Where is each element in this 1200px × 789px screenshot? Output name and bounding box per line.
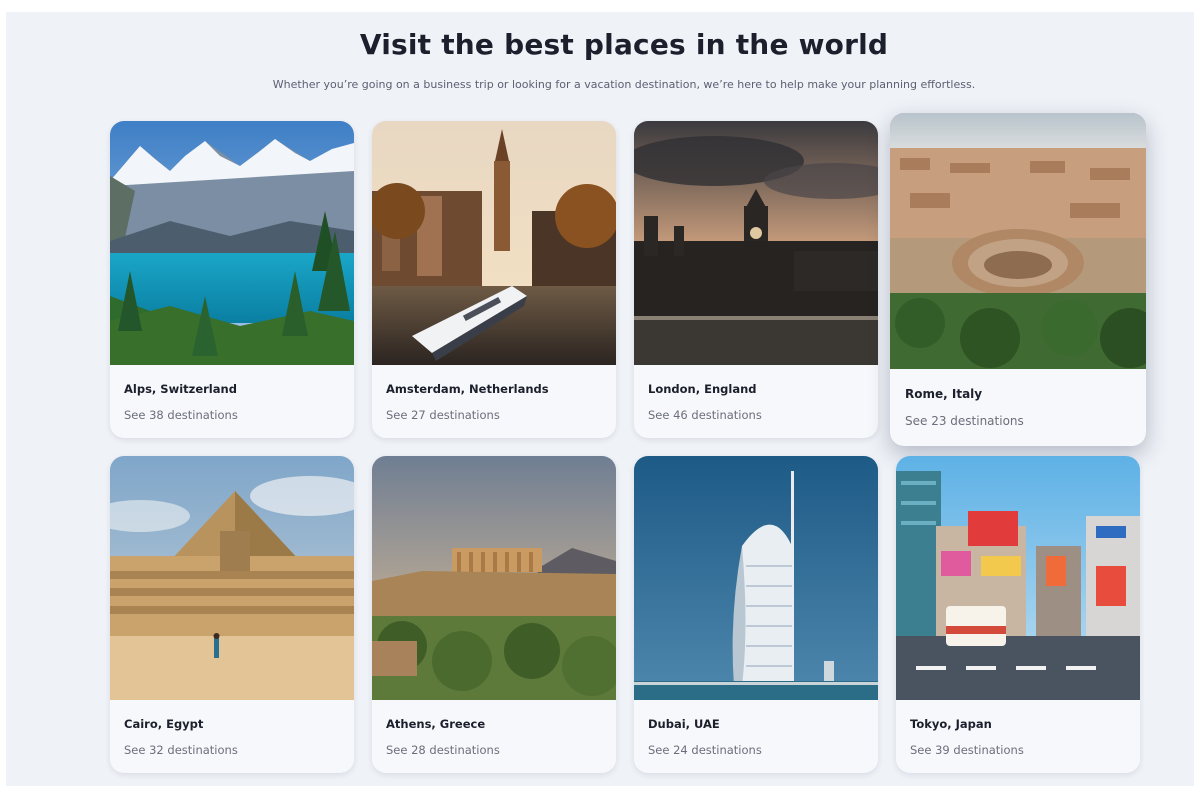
destination-card-cairo[interactable]: Cairo, Egypt See 32 destinations	[110, 456, 354, 773]
destination-card-london[interactable]: London, England See 46 destinations	[634, 121, 878, 438]
rome-photo	[890, 113, 1146, 369]
destination-name: Alps, Switzerland	[124, 382, 237, 396]
destination-count: See 39 destinations	[910, 743, 1024, 757]
tokyo-photo	[896, 456, 1140, 700]
destination-name: Cairo, Egypt	[124, 717, 204, 731]
destination-card-dubai[interactable]: Dubai, UAE See 24 destinations	[634, 456, 878, 773]
destination-name: London, England	[648, 382, 757, 396]
destination-name: Rome, Italy	[905, 387, 983, 401]
dubai-photo	[634, 456, 878, 700]
cairo-photo	[110, 456, 354, 700]
destination-count: See 38 destinations	[124, 408, 238, 422]
destination-card-tokyo[interactable]: Tokyo, Japan See 39 destinations	[896, 456, 1140, 773]
destination-card-athens[interactable]: Athens, Greece See 28 destinations	[372, 456, 616, 773]
destination-name: Amsterdam, Netherlands	[386, 382, 549, 396]
destination-count: See 46 destinations	[648, 408, 762, 422]
amsterdam-photo	[372, 121, 616, 365]
destination-card-rome[interactable]: Rome, Italy See 23 destinations	[890, 113, 1146, 446]
london-photo	[634, 121, 878, 365]
destination-card-alps[interactable]: Alps, Switzerland See 38 destinations	[110, 121, 354, 438]
destination-name: Athens, Greece	[386, 717, 486, 731]
destination-count: See 23 destinations	[905, 414, 1024, 428]
destination-card-amsterdam[interactable]: Amsterdam, Netherlands See 27 destinatio…	[372, 121, 616, 438]
section-subtitle: Whether you’re going on a business trip …	[272, 78, 976, 91]
destination-count: See 28 destinations	[386, 743, 500, 757]
destination-name: Tokyo, Japan	[910, 717, 992, 731]
destination-name: Dubai, UAE	[648, 717, 720, 731]
athens-photo	[372, 456, 616, 700]
destination-count: See 27 destinations	[386, 408, 500, 422]
section-title: Visit the best places in the world	[359, 28, 889, 61]
destination-count: See 32 destinations	[124, 743, 238, 757]
alps-photo	[110, 121, 354, 365]
destination-count: See 24 destinations	[648, 743, 762, 757]
